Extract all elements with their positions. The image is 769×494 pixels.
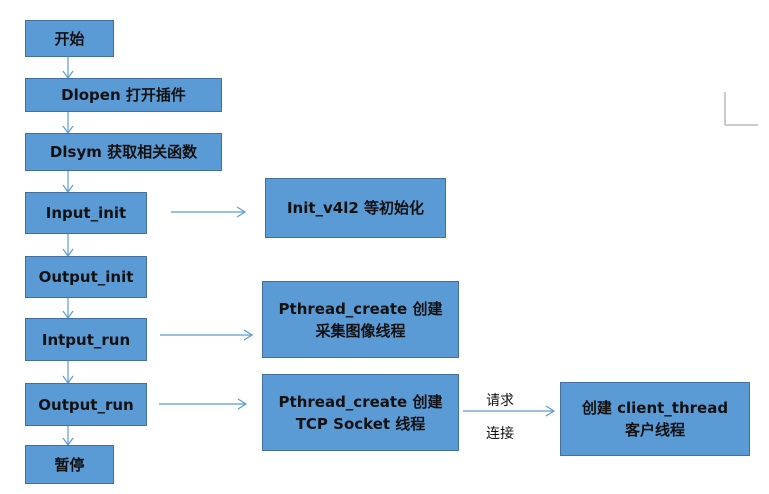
arrow-input-init-to-init-v4l2: [171, 206, 247, 218]
input-init-node-label: Input_init: [45, 204, 127, 222]
arrow-intput-run-to-pthread-capture: [160, 329, 254, 341]
edge-label-request: 请求: [486, 393, 514, 409]
edge-label-connect: 连接: [486, 426, 514, 442]
pthread-tcp-line2: TCP Socket 线程: [295, 414, 426, 433]
arrow-output-run-to-stop: [62, 426, 74, 447]
dlopen-node: Dlopen 打开插件: [25, 78, 222, 112]
output-run-node-label: Output_run: [38, 395, 134, 414]
arrow-input-init-to-output-init: [62, 234, 74, 258]
arrow-dlsym-to-input-init: [62, 171, 74, 194]
dlsym-node-label: Dlsym 获取相关函数: [49, 143, 198, 161]
output-run-node: Output_run: [25, 383, 147, 426]
arrow-output-init-to-intput-run: [62, 298, 74, 320]
intput-run-node-label: Intput_run: [41, 330, 131, 349]
pthread-tcp-line1: Pthread_create 创建: [278, 392, 443, 411]
intput-run-node: Intput_run: [25, 318, 147, 361]
init-v4l2-node-label: Init_v4l2 等初始化: [286, 199, 425, 217]
arrow-dlopen-to-dlsym: [62, 112, 74, 135]
arrow-start-to-dlopen: [62, 57, 74, 80]
start-node: 开始: [25, 20, 114, 57]
pthread-tcp-node: Pthread_create 创建 TCP Socket 线程: [262, 374, 459, 451]
arrow-output-run-to-pthread-tcp: [159, 398, 248, 410]
output-init-node: Output_init: [25, 256, 147, 298]
flowchart-canvas: 开始 Dlopen 打开插件 Dlsym 获取相关函数 Input_init O…: [0, 0, 769, 494]
input-init-node: Input_init: [25, 192, 147, 234]
client-thread-line2: 客户线程: [624, 421, 685, 439]
arrow-intput-run-to-output-run: [62, 361, 74, 385]
client-thread-node: 创建 client_thread 客户线程: [560, 382, 750, 456]
pthread-capture-node: Pthread_create 创建 采集图像线程: [262, 281, 459, 358]
start-node-label: 开始: [54, 29, 85, 48]
output-init-node-label: Output_init: [38, 268, 134, 286]
client-thread-line1: 创建 client_thread: [581, 399, 729, 417]
dlopen-node-label: Dlopen 打开插件: [61, 86, 186, 104]
stop-node: 暂停: [25, 445, 114, 484]
dlsym-node: Dlsym 获取相关函数: [25, 133, 222, 171]
corner-mark: [724, 92, 758, 126]
stop-node-label: 暂停: [54, 455, 85, 474]
init-v4l2-node: Init_v4l2 等初始化: [265, 178, 446, 238]
pthread-capture-line2: 采集图像线程: [315, 321, 406, 340]
pthread-capture-line1: Pthread_create 创建: [278, 299, 443, 318]
